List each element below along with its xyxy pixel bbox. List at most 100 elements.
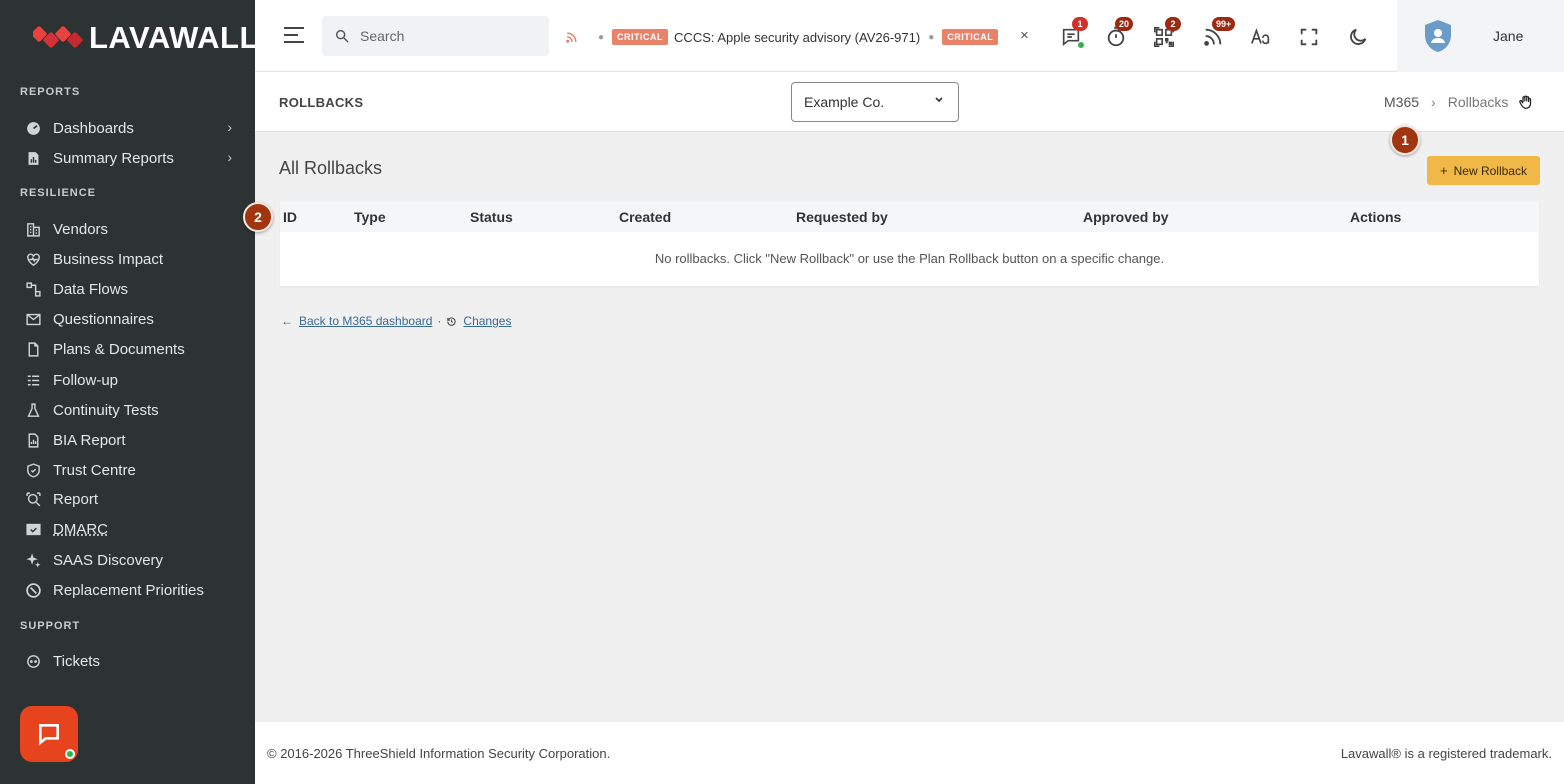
sidebar-item-saas-discovery[interactable]: SAAS Discovery [24,548,240,572]
ticker-separator: ● [928,31,935,43]
font-size-button[interactable] [1248,24,1274,50]
fullscreen-icon [1300,28,1318,46]
sidebar-item-tickets[interactable]: Tickets [24,649,240,673]
hand-cursor-icon [1519,95,1532,109]
breadcrumb-separator: › [1431,94,1436,110]
feed-button[interactable]: 99+ [1200,17,1236,50]
chat-launcher-button[interactable] [20,706,78,762]
fullscreen-button[interactable] [1296,24,1322,50]
sidebar-item-trust-centre[interactable]: Trust Centre [24,458,240,482]
messages-button[interactable]: 1 [1058,17,1088,50]
page-header: ROLLBACKS Example Co. M365 › Rollbacks [255,72,1564,132]
sidebar-item-follow-up[interactable]: Follow-up [24,368,240,392]
link-separator: · [437,314,442,328]
sidebar-item-label: SAAS Discovery [53,551,164,569]
sidebar-item-label: Report [53,490,99,508]
column-header-type[interactable]: Type [354,209,386,225]
step-marker-2: 2 [243,202,273,232]
sidebar-item-replacement-priorities[interactable]: Replacement Priorities [24,578,240,602]
chevron-right-icon: › [227,149,232,165]
sidebar-item-label: Continuity Tests [53,401,159,419]
sidebar-item-vendors[interactable]: Vendors [24,217,240,241]
sidebar-item-plans-documents[interactable]: Plans & Documents [24,337,240,361]
sidebar-item-label: Summary Reports [53,149,174,167]
sidebar-item-label: Follow-up [53,371,119,389]
sidebar-item-bia-report[interactable]: BIA Report [24,428,240,452]
history-icon [447,316,457,326]
column-header-requested-by[interactable]: Requested by [796,209,888,225]
messages-badge: 1 [1072,17,1088,31]
sidebar-item-label: Dashboards [53,119,134,137]
sidebar-item-label: Business Impact [53,250,164,268]
menu-toggle-icon[interactable] [283,26,305,44]
section-title-resilience: RESILIENCE [20,187,97,199]
sidebar-item-label: Plans & Documents [53,340,185,358]
new-rollback-button[interactable]: + New Rollback [1427,156,1540,185]
page-title: ROLLBACKS [279,95,364,110]
sidebar-item-dmarc[interactable]: DMARC [24,517,240,541]
sidebar-item-label: Replacement Priorities [53,581,204,599]
breadcrumb-parent[interactable]: M365 [1384,94,1419,110]
lavawall-logo-icon [33,26,83,48]
arrow-left-icon: ← [281,314,293,328]
chevron-down-icon [935,97,943,103]
sidebar-item-label: DMARC [53,520,108,538]
section-title-reports: REPORTS [20,86,81,98]
feed-badge: 99+ [1212,17,1236,31]
target-icon [24,581,42,599]
sidebar-item-label: Tickets [53,652,100,670]
sidebar-item-data-flows[interactable]: Data Flows [24,277,240,301]
sidebar-item-continuity-tests[interactable]: Continuity Tests [24,398,240,422]
critical-badge: CRITICAL [942,29,999,45]
timer-button[interactable]: 20 [1103,17,1134,50]
back-to-dashboard-link[interactable]: Back to M365 dashboard [299,314,432,328]
news-ticker[interactable]: ● CRITICAL CCCS: Apple security advisory… [565,25,1030,49]
dark-mode-icon [1350,28,1367,45]
qr-button[interactable]: 2 [1151,17,1181,50]
sidebar-item-label: BIA Report [53,431,126,449]
changes-link[interactable]: Changes [463,314,511,328]
footer-links: ← Back to M365 dashboard · Changes [281,314,511,328]
user-menu[interactable]: Jane [1397,0,1564,72]
flow-icon [24,280,42,298]
ticket-icon [24,652,42,670]
report-icon [24,149,42,167]
sidebar: LAVAWALL® REPORTS Dashboards › Summary R… [0,0,255,784]
breadcrumb-current: Rollbacks [1447,94,1509,110]
search-icon [335,29,349,43]
rss-icon [566,31,577,43]
ticker-separator: ● [598,31,605,43]
heart-pulse-icon [24,250,42,268]
column-header-id[interactable]: ID [283,209,297,225]
chat-icon [39,724,59,746]
ticker-headline[interactable]: CCCS: Apple security advisory (AV26-971) [674,30,920,45]
mail-check-icon [24,520,42,538]
sidebar-item-questionnaires[interactable]: Questionnaires [24,307,240,331]
brand-logo[interactable]: LAVAWALL® [33,18,255,58]
rollbacks-table: ID Type Status Created Requested by Appr… [280,201,1539,286]
sidebar-item-business-impact[interactable]: Business Impact [24,247,240,271]
timer-badge: 20 [1115,17,1134,31]
sidebar-item-report[interactable]: Report [24,487,240,511]
dashboard-icon [24,119,42,137]
search-report-icon [24,490,42,508]
search-box[interactable] [322,16,549,56]
shield-icon [24,461,42,479]
sidebar-item-dashboards[interactable]: Dashboards › [24,116,240,140]
company-select[interactable]: Example Co. [791,82,959,122]
sidebar-item-label: Trust Centre [53,461,136,479]
building-icon [24,220,42,238]
company-select-value: Example Co. [804,94,885,110]
search-input[interactable] [360,28,530,44]
dark-mode-button[interactable] [1345,24,1371,50]
section-title-support: SUPPORT [20,620,81,632]
sidebar-item-summary-reports[interactable]: Summary Reports › [24,146,240,170]
sidebar-item-label: Data Flows [53,280,129,298]
column-header-approved-by[interactable]: Approved by [1083,209,1169,225]
step-marker-1: 1 [1390,125,1420,155]
page-footer: © 2016-2026 ThreeShield Information Secu… [255,722,1564,784]
column-header-status[interactable]: Status [470,209,513,225]
close-icon[interactable]: × [1020,27,1029,44]
chevron-right-icon: › [227,119,232,135]
column-header-created[interactable]: Created [619,209,671,225]
